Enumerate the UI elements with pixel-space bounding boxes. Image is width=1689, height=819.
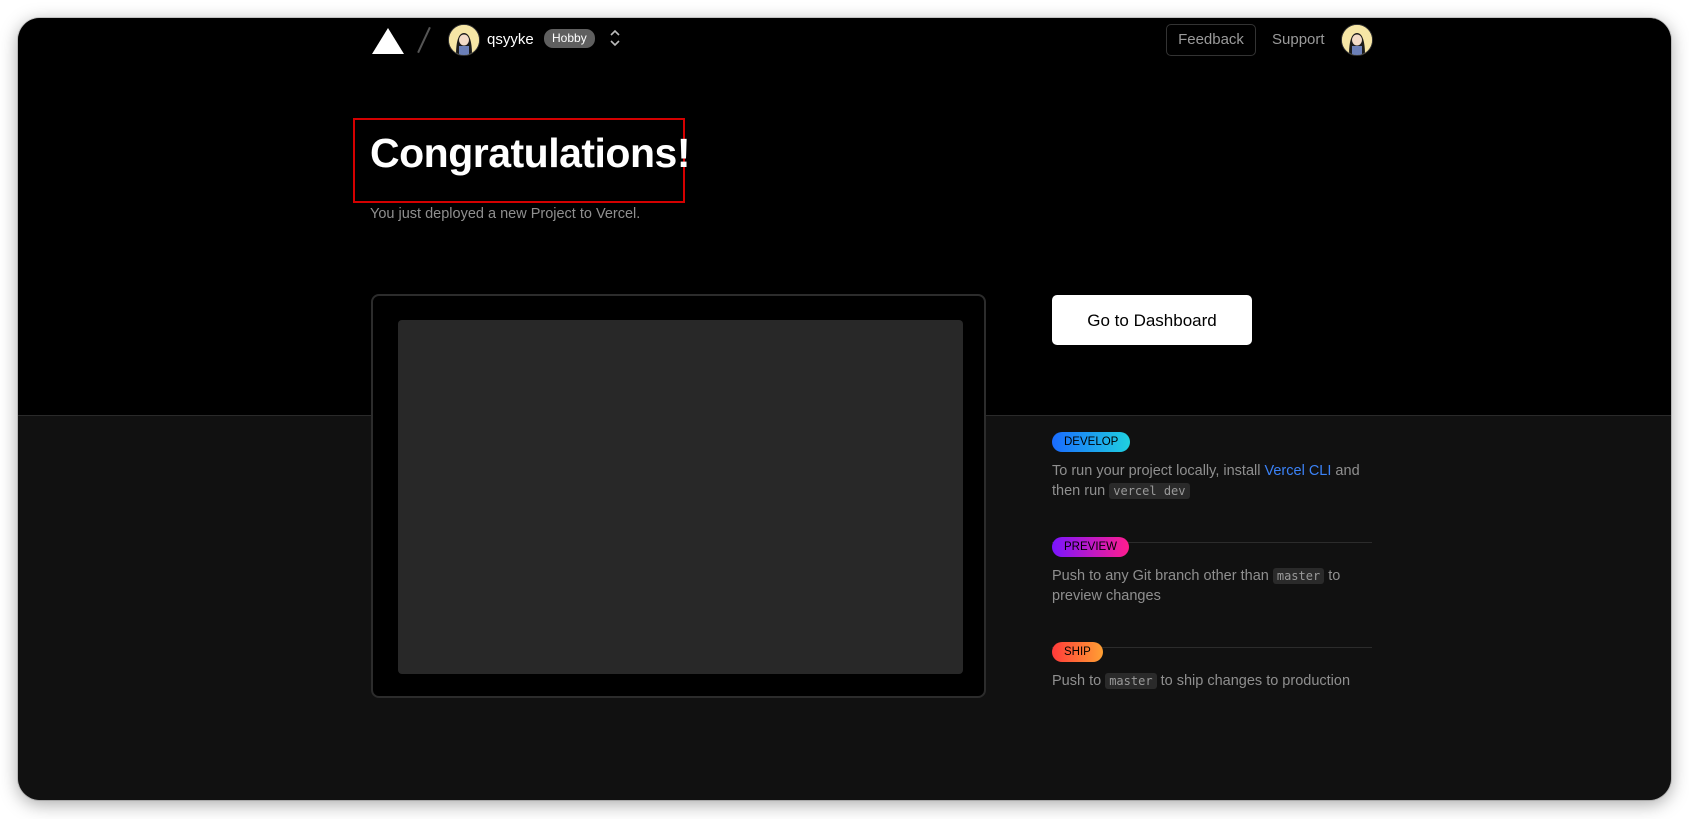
ship-badge: SHIP xyxy=(1052,642,1103,662)
user-avatar[interactable] xyxy=(1341,24,1373,56)
chevron-up-down-icon[interactable] xyxy=(608,27,622,49)
step-text-segment: to ship changes to production xyxy=(1156,673,1351,689)
team-name[interactable]: qsyyke xyxy=(487,31,534,48)
page-title: Congratulations! xyxy=(370,130,690,176)
step-preview: PREVIEW Push to any Git branch other tha… xyxy=(1052,537,1372,606)
feedback-button[interactable]: Feedback xyxy=(1166,24,1256,56)
team-avatar[interactable] xyxy=(448,24,480,56)
page-subtitle: You just deployed a new Project to Verce… xyxy=(370,206,641,222)
step-text-segment: Push to xyxy=(1052,673,1106,689)
develop-badge: DEVELOP xyxy=(1052,432,1131,452)
step-text-segment: Push to any Git branch other than xyxy=(1052,568,1273,584)
step-develop-text: To run your project locally, install Ver… xyxy=(1052,461,1372,501)
plan-badge: Hobby xyxy=(544,29,595,48)
step-develop: DEVELOP To run your project locally, ins… xyxy=(1052,432,1372,501)
deployment-preview-frame[interactable] xyxy=(371,294,986,698)
step-ship-text: Push to master to ship changes to produc… xyxy=(1052,671,1372,691)
go-to-dashboard-button[interactable]: Go to Dashboard xyxy=(1052,295,1252,345)
step-text-segment: To run your project locally, install xyxy=(1052,463,1265,479)
preview-badge: PREVIEW xyxy=(1052,537,1130,557)
code-snippet: vercel dev xyxy=(1109,483,1190,499)
code-snippet: master xyxy=(1105,673,1157,689)
code-snippet: master xyxy=(1272,568,1325,584)
app-window: qsyyke Hobby Feedback Support Congratula… xyxy=(18,18,1671,800)
step-ship: SHIP Push to master to ship changes to p… xyxy=(1052,642,1372,691)
support-link[interactable]: Support xyxy=(1272,31,1325,48)
vercel-logo-icon[interactable] xyxy=(372,28,404,54)
step-preview-text: Push to any Git branch other than master… xyxy=(1052,566,1372,606)
deployment-preview-screenshot[interactable] xyxy=(398,320,963,674)
vercel-cli-link[interactable]: Vercel CLI xyxy=(1265,463,1332,479)
